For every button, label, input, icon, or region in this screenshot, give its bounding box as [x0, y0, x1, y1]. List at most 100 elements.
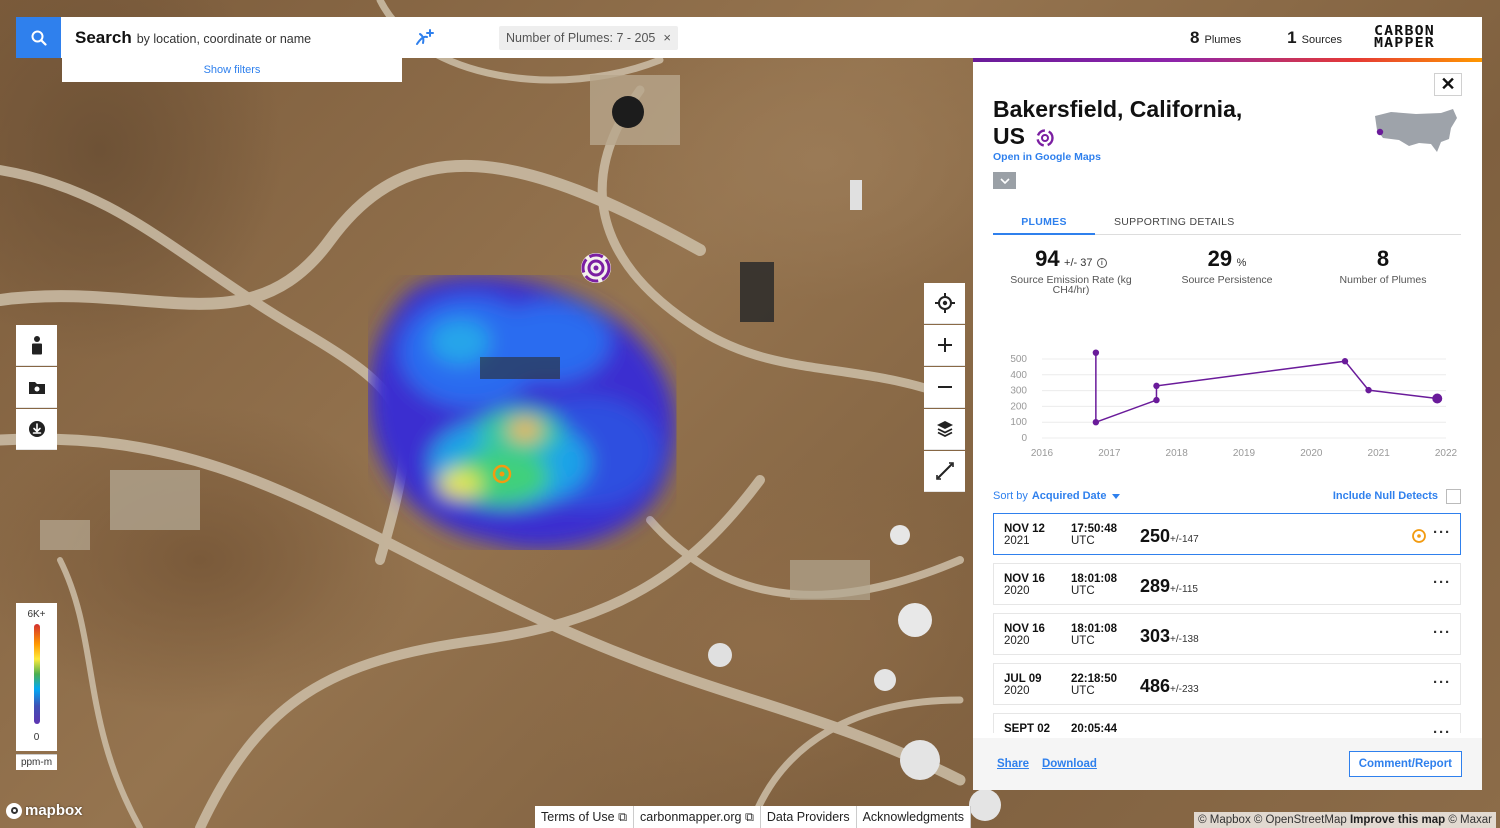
plume-time: 17:50:48 UTC [1071, 523, 1117, 547]
persistence-unit: % [1236, 257, 1247, 269]
sort-caret-icon[interactable] [1112, 493, 1121, 499]
map-footer-links: Terms of Use ⧉ carbonmapper.org ⧉ Data P… [535, 806, 972, 828]
search-button[interactable] [16, 17, 61, 58]
panel-tabs: PLUMES SUPPORTING DETAILS [993, 214, 1461, 235]
methane-plume-overlay[interactable] [360, 262, 690, 562]
emission-rate-uncertainty: +/- 37 [1064, 257, 1093, 269]
emission-history-chart[interactable]: 0 100 200 300 400 500 2016 2017 2018 2019 2020 2021… [993, 345, 1461, 465]
plume-rate: 289+/-115 [1140, 576, 1198, 597]
close-panel-button[interactable]: ✕ [1434, 73, 1462, 96]
tab-plumes[interactable]: PLUMES [993, 214, 1095, 235]
more-options-icon[interactable]: ··· [1433, 624, 1451, 641]
plume-month-day: NOV 16 [1004, 623, 1045, 635]
plume-timezone: UTC [1071, 535, 1095, 547]
plume-rate-value: 486 [1140, 676, 1171, 696]
sources-count-label: Sources [1301, 33, 1342, 46]
plume-year: 2020 [1004, 685, 1030, 697]
open-google-maps-link[interactable]: Open in Google Maps [993, 151, 1101, 163]
x-tick-label: 2022 [1435, 448, 1458, 459]
minus-icon [937, 386, 952, 388]
data-providers-link[interactable]: Data Providers [760, 806, 857, 828]
measure-button[interactable] [924, 451, 965, 492]
plume-tool-button[interactable] [413, 26, 437, 50]
include-null-checkbox[interactable] [1446, 488, 1461, 504]
filter-chip-label: Number of Plumes: 7 - 205 [506, 30, 656, 45]
plume-date: NOV 16 2020 [1004, 623, 1045, 647]
emission-rate-value: 94 [1035, 246, 1060, 271]
sources-count-number: 1 [1287, 27, 1297, 47]
x-tick-label: 2018 [1166, 448, 1189, 459]
filter-remove-icon[interactable]: × [663, 30, 671, 45]
source-marker-icon[interactable] [578, 250, 614, 286]
mapbox-logo[interactable]: mapbox [6, 802, 83, 819]
plume-rate-uncertainty: +/-138 [1170, 634, 1199, 645]
plume-row[interactable]: SEPT 022020 20:05:44UTC ··· [993, 713, 1461, 733]
more-options-icon[interactable]: ··· [1433, 724, 1451, 733]
zoom-out-button[interactable] [924, 367, 965, 408]
source-target-icon[interactable] [1035, 128, 1055, 148]
plumes-count[interactable]: 8 Plumes [1190, 28, 1241, 48]
top-bar: Search by location, coordinate or name N… [16, 17, 1482, 58]
search-input[interactable]: Search by location, coordinate or name [61, 28, 401, 48]
plume-time: 18:01:08 UTC [1071, 573, 1117, 597]
location-dot-icon [1376, 128, 1384, 136]
more-options-icon[interactable]: ··· [1433, 524, 1451, 541]
plume-rate-uncertainty: +/-233 [1170, 684, 1199, 695]
folder-tool-button[interactable] [16, 367, 57, 408]
acknowledgments-link[interactable]: Acknowledgments [856, 806, 972, 828]
plume-origin-icon[interactable] [1411, 528, 1427, 544]
plume-rate-value: 289 [1140, 576, 1171, 596]
us-locator-map [1375, 109, 1457, 152]
crosshair-icon [934, 293, 955, 313]
sources-count[interactable]: 1 Sources [1287, 28, 1342, 48]
emission-data-point [1341, 358, 1349, 365]
plume-count-label: Number of Plumes [1339, 274, 1427, 286]
person-tool-button[interactable] [16, 325, 57, 366]
include-null-label: Include Null Detects [1332, 490, 1438, 502]
comment-report-button[interactable]: Comment/Report [1348, 751, 1462, 777]
layers-button[interactable] [924, 409, 965, 450]
download-tool-button[interactable] [16, 409, 57, 450]
persistence-stat: 29 % Source Persistence [1149, 246, 1305, 295]
legend-unit-label: ppm-m [16, 754, 57, 770]
download-icon [28, 421, 45, 437]
sort-field-dropdown[interactable]: Acquired Date [1032, 490, 1107, 502]
terms-of-use-link[interactable]: Terms of Use ⧉ [535, 806, 635, 828]
plume-row[interactable]: JUL 09 2020 22:18:50 UTC 486+/-233 ··· [993, 663, 1461, 705]
plume-count-filter-chip[interactable]: Number of Plumes: 7 - 205 × [499, 25, 678, 50]
plume-row[interactable]: NOV 12 2021 17:50:48 UTC 250+/-147 ··· [993, 513, 1461, 555]
carbon-mapper-logo[interactable]: CARBON MAPPER [1374, 25, 1480, 51]
info-icon[interactable]: i [1096, 258, 1107, 268]
plume-year: 2021 [1004, 535, 1030, 547]
plume-date: JUL 09 2020 [1004, 673, 1042, 697]
expand-details-button[interactable] [993, 172, 1016, 189]
plume-date: NOV 16 2020 [1004, 573, 1045, 597]
maxar-attribution: © Maxar [1448, 814, 1492, 826]
plume-origin-icon[interactable] [491, 463, 513, 485]
search-placeholder: by location, coordinate or name [136, 31, 312, 46]
plume-count-stat: 8 Number of Plumes [1305, 246, 1461, 295]
more-options-icon[interactable]: ··· [1433, 574, 1451, 591]
plume-year: 2020 [1004, 635, 1030, 647]
emission-series-line [1095, 352, 1438, 424]
tab-supporting-details[interactable]: SUPPORTING DETAILS [1114, 214, 1235, 235]
carbonmapper-site-link[interactable]: carbonmapper.org ⧉ [634, 806, 761, 828]
locate-button[interactable] [924, 283, 965, 324]
x-tick-label: 2016 [1031, 448, 1054, 459]
zoom-in-button[interactable] [924, 325, 965, 366]
plume-time-value: 18:01:08 [1071, 623, 1118, 635]
mapbox-logo-text: mapbox [25, 802, 83, 819]
share-link[interactable]: Share [997, 758, 1029, 770]
plume-list: NOV 12 2021 17:50:48 UTC 250+/-147 ··· NOV 16 2… [993, 513, 1461, 733]
plume-row[interactable]: NOV 16 2020 18:01:08 UTC 289+/-115 ··· [993, 563, 1461, 605]
y-tick-label: 300 [1010, 386, 1027, 397]
y-tick-label: 100 [1010, 417, 1027, 428]
plume-row[interactable]: NOV 16 2020 18:01:08 UTC 303+/-138 ··· [993, 613, 1461, 655]
emission-rate-label: Source Emission Rate (kg CH4/hr) [1010, 274, 1132, 296]
download-link[interactable]: Download [1042, 758, 1097, 770]
improve-map-link[interactable]: Improve this map [1350, 814, 1445, 826]
result-counts: 8 Plumes 1 Sources [1190, 28, 1388, 48]
show-filters-link[interactable]: Show filters [62, 58, 402, 82]
attribution-text: © Mapbox © OpenStreetMap [1198, 814, 1347, 826]
more-options-icon[interactable]: ··· [1433, 674, 1451, 691]
